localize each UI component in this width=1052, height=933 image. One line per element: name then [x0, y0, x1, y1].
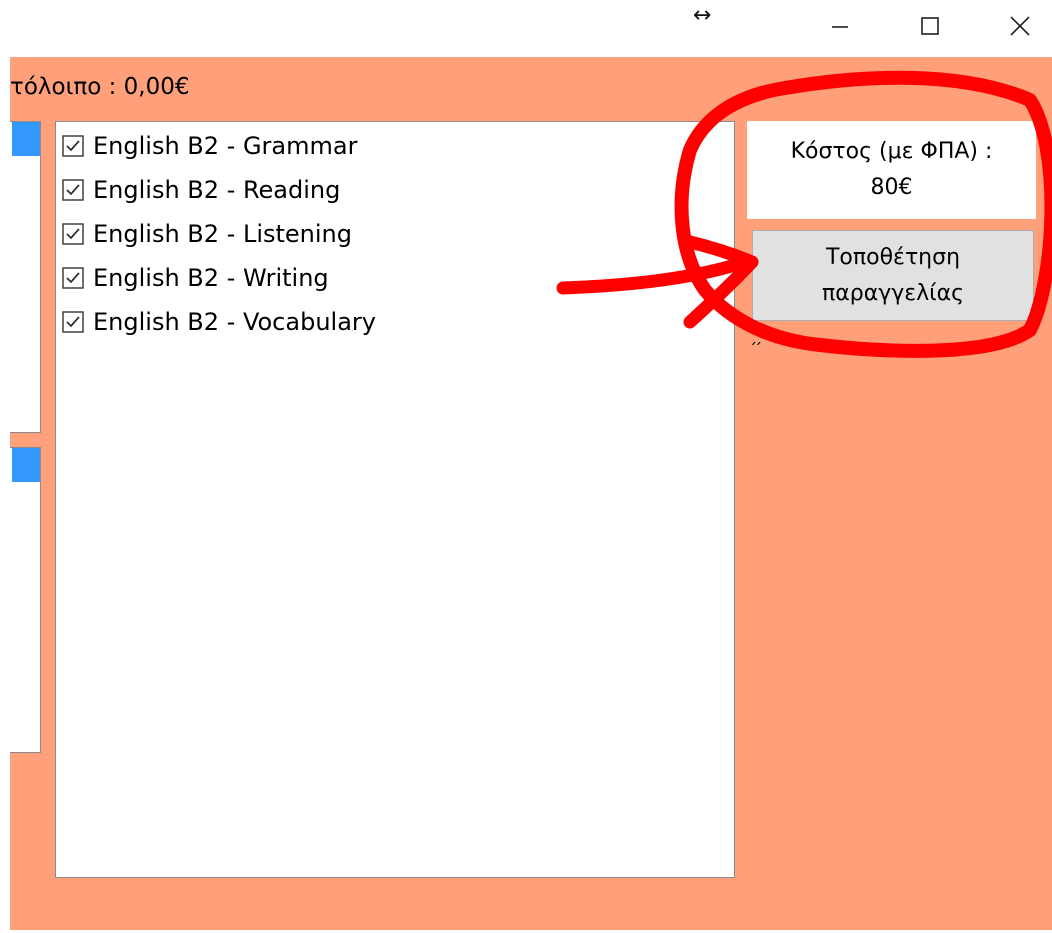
maximize-button[interactable]	[902, 0, 958, 52]
list-item[interactable]: English B2 - Writing	[62, 258, 329, 298]
list-item-label: English B2 - Vocabulary	[93, 308, 376, 336]
place-order-label-line1: Τοποθέτηση	[825, 244, 961, 270]
minimize-icon	[832, 26, 848, 28]
maximize-icon	[921, 17, 939, 35]
close-button[interactable]	[992, 0, 1048, 52]
list-item[interactable]: English B2 - Listening	[62, 214, 352, 254]
close-icon	[1010, 16, 1030, 36]
balance-label: τόλοιπο : 0,00€	[10, 74, 190, 100]
partial-label: ́ ́	[757, 340, 763, 359]
place-order-label-line2: παραγγελίας	[821, 280, 965, 306]
courses-checked-listbox[interactable]: English B2 - Grammar English B2 - Readin…	[55, 121, 735, 878]
list-item-label: English B2 - Writing	[93, 264, 329, 292]
list-item[interactable]: English B2 - Grammar	[62, 126, 357, 166]
checkbox-checked-icon[interactable]	[62, 179, 84, 201]
cost-label: Κόστος (με ΦΠΑ) : 80€	[747, 121, 1036, 219]
list-item[interactable]: English B2 - Vocabulary	[62, 302, 376, 342]
list-item[interactable]: English B2 - Reading	[62, 170, 340, 210]
place-order-button[interactable]: Τοποθέτηση παραγγελίας	[752, 230, 1034, 321]
checkbox-checked-icon[interactable]	[62, 223, 84, 245]
cost-label-line1: Κόστος (με ΦΠΑ) :	[790, 139, 993, 164]
left-listbox-bottom[interactable]	[10, 447, 41, 753]
checkbox-checked-icon[interactable]	[62, 135, 84, 157]
list-item-label: English B2 - Grammar	[93, 132, 358, 160]
checkbox-checked-icon[interactable]	[62, 267, 84, 289]
title-bar: ↔	[0, 0, 1052, 56]
resize-cursor-icon: ↔	[693, 3, 712, 28]
checkbox-checked-icon[interactable]	[62, 311, 84, 333]
minimize-button[interactable]	[812, 0, 868, 52]
list-item-label: English B2 - Listening	[93, 220, 352, 248]
cost-value: 80€	[870, 175, 913, 200]
selected-item-highlight[interactable]	[12, 122, 40, 156]
selected-item-highlight[interactable]	[12, 448, 40, 482]
left-listbox-top[interactable]	[10, 121, 41, 433]
list-item-label: English B2 - Reading	[93, 176, 341, 204]
